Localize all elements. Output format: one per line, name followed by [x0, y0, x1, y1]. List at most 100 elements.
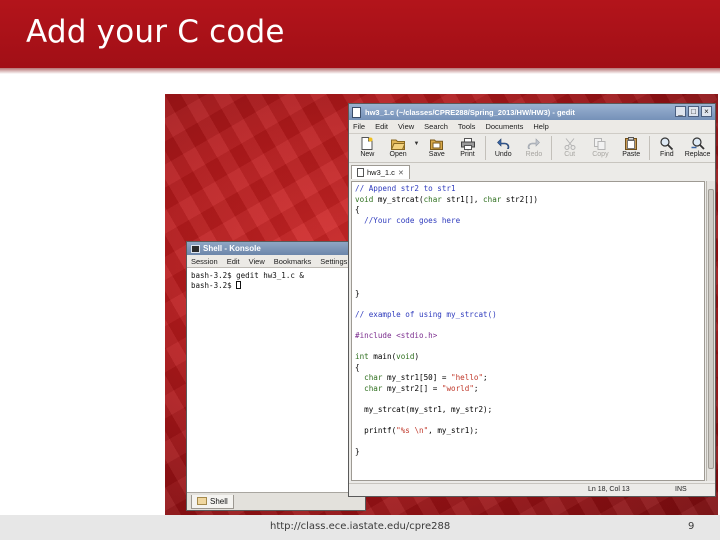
- code-line: char my_str1[50] = "hello";: [364, 373, 488, 382]
- menu-search[interactable]: Search: [424, 122, 448, 131]
- toolbar-separator: [648, 136, 650, 160]
- konsole-menu-bookmarks[interactable]: Bookmarks: [274, 257, 312, 266]
- open-button[interactable]: Open: [383, 136, 414, 158]
- cursor-position: Ln 18, Col 13: [588, 486, 630, 493]
- undo-button[interactable]: Undo: [488, 136, 519, 158]
- menu-help[interactable]: Help: [533, 122, 548, 131]
- window-controls: _ □ ×: [675, 106, 712, 117]
- redo-label: Redo: [525, 151, 543, 158]
- tab-label: hw3_1.c: [367, 168, 395, 177]
- redo-icon: [527, 137, 541, 150]
- gedit-toolbar: New Open ▼ Save Print Undo Redo Cut Copy…: [349, 134, 715, 163]
- scrollbar-thumb[interactable]: [708, 189, 714, 469]
- konsole-menu-view[interactable]: View: [249, 257, 265, 266]
- find-icon: [660, 137, 674, 150]
- editor-scrollbar[interactable]: [706, 181, 715, 481]
- open-label: Open: [389, 151, 407, 158]
- page-number: 9: [688, 521, 695, 532]
- tab-close-icon[interactable]: ✕: [398, 169, 404, 177]
- code-line: printf("%s \n", my_str1);: [355, 425, 479, 435]
- code-line: }: [355, 289, 360, 298]
- copy-icon: [593, 137, 607, 150]
- shell-tab-label: Shell: [210, 496, 228, 506]
- maximize-icon[interactable]: □: [688, 106, 699, 117]
- print-label: Print: [460, 151, 475, 158]
- menu-view[interactable]: View: [398, 122, 414, 131]
- save-button[interactable]: Save: [421, 136, 452, 158]
- code-line: int main(void): [355, 352, 420, 361]
- scissors-icon: [563, 137, 577, 150]
- cut-button[interactable]: Cut: [554, 136, 585, 158]
- konsole-menu-settings[interactable]: Settings: [320, 257, 347, 266]
- slide-header: Add your C code: [0, 0, 720, 74]
- konsole-tabbar: Shell: [187, 492, 365, 510]
- code-line: }: [355, 446, 360, 456]
- close-icon[interactable]: ×: [701, 106, 712, 117]
- replace-button[interactable]: Replace: [682, 136, 713, 158]
- paste-button[interactable]: Paste: [616, 136, 647, 158]
- code-line: //Your code goes here: [355, 215, 461, 225]
- konsole-menubar: Session Edit View Bookmarks Settings: [187, 255, 365, 268]
- menu-tools[interactable]: Tools: [458, 122, 476, 131]
- new-document-icon: [360, 137, 374, 150]
- tab-hw3-1-c[interactable]: hw3_1.c ✕: [351, 165, 410, 179]
- toolbar-separator: [551, 136, 553, 160]
- terminal-icon: [191, 244, 200, 253]
- tab-shell[interactable]: Shell: [191, 494, 234, 509]
- open-dropdown-icon[interactable]: ▼: [413, 141, 421, 147]
- menu-documents[interactable]: Documents: [485, 122, 523, 131]
- replace-label: Replace: [684, 151, 711, 158]
- code-line: #include <stdio.h>: [355, 331, 438, 340]
- copy-label: Copy: [592, 151, 609, 158]
- code-editor[interactable]: // Append str2 to str1 void my_strcat(cha…: [351, 181, 705, 481]
- replace-icon: [691, 137, 705, 150]
- konsole-menu-edit[interactable]: Edit: [227, 257, 240, 266]
- cut-label: Cut: [564, 151, 576, 158]
- find-label: Find: [660, 151, 674, 158]
- code-line: {: [355, 205, 360, 214]
- gedit-menubar: File Edit View Search Tools Documents He…: [349, 120, 715, 134]
- menu-edit[interactable]: Edit: [375, 122, 388, 131]
- gedit-window[interactable]: hw3_1.c (~/classes/CPRE288/Spring_2013/H…: [348, 103, 716, 497]
- new-button[interactable]: New: [352, 136, 383, 158]
- menu-file[interactable]: File: [353, 122, 365, 131]
- desktop-screenshot: Shell - Konsole Session Edit View Bookma…: [165, 94, 718, 515]
- folder-open-icon: [391, 137, 406, 150]
- code-line: // Append str2 to str1: [355, 184, 456, 193]
- shell-icon: [197, 497, 207, 505]
- terminal-output[interactable]: bash-3.2$ gedit hw3_1.c & bash-3.2$: [187, 269, 365, 492]
- konsole-title: Shell - Konsole: [203, 244, 261, 253]
- konsole-window[interactable]: Shell - Konsole Session Edit View Bookma…: [186, 241, 366, 511]
- file-icon: [357, 168, 364, 177]
- gedit-titlebar[interactable]: hw3_1.c (~/classes/CPRE288/Spring_2013/H…: [349, 104, 715, 120]
- find-button[interactable]: Find: [652, 136, 683, 158]
- terminal-line: bash-3.2$ gedit hw3_1.c &: [191, 271, 304, 280]
- terminal-prompt-line: bash-3.2$: [191, 281, 361, 291]
- clipboard-icon: [624, 137, 638, 150]
- gedit-tabbar: hw3_1.c ✕: [349, 163, 715, 179]
- print-button[interactable]: Print: [452, 136, 483, 158]
- redo-button[interactable]: Redo: [519, 136, 550, 158]
- konsole-menu-session[interactable]: Session: [191, 257, 218, 266]
- minimize-icon[interactable]: _: [675, 106, 686, 117]
- konsole-titlebar[interactable]: Shell - Konsole: [187, 242, 365, 255]
- copy-button[interactable]: Copy: [585, 136, 616, 158]
- printer-icon: [460, 137, 475, 150]
- terminal-prompt: bash-3.2$: [191, 281, 237, 290]
- code-line: char my_str2[] = "world";: [364, 383, 479, 393]
- save-label: Save: [428, 151, 445, 158]
- undo-icon: [496, 137, 510, 150]
- gedit-title: hw3_1.c (~/classes/CPRE288/Spring_2013/H…: [365, 107, 575, 117]
- code-line: {: [355, 362, 360, 372]
- code-line: my_strcat(my_str1, my_str2);: [355, 404, 493, 414]
